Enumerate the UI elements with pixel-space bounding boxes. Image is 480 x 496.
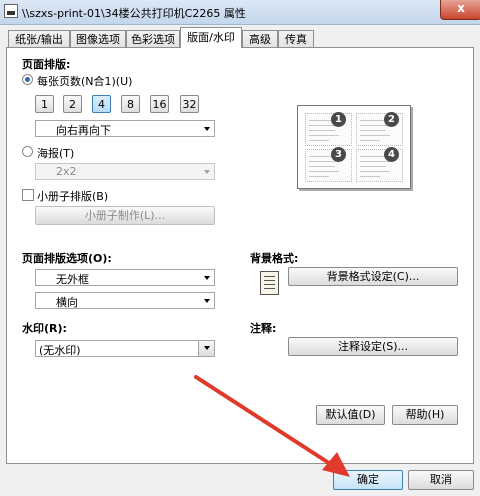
ok-button[interactable]: 确定: [333, 470, 403, 490]
nup-button-32[interactable]: 32: [180, 95, 199, 113]
defaults-button[interactable]: 默认值(D): [316, 405, 385, 425]
close-button[interactable]: x: [440, 0, 480, 20]
chevron-down-icon: [204, 170, 210, 174]
layout-heading: 页面排版:: [22, 58, 71, 71]
preview-page-4: 4: [356, 147, 403, 182]
booklet-make-button[interactable]: 小册子制作(L)...: [35, 206, 215, 225]
tab-color-options[interactable]: 色彩选项: [126, 30, 180, 47]
tab-paper-output[interactable]: 纸张/输出: [8, 30, 70, 47]
layout-preview: 1 2 3 4: [297, 105, 411, 189]
tab-fax[interactable]: 传真: [278, 30, 314, 47]
tab-image-options[interactable]: 图像选项: [70, 30, 126, 47]
title-bar: \\szxs-print-01\34楼公共打印机C2265 属性 x: [0, 0, 480, 25]
background-settings-button[interactable]: 背景格式设定(C)...: [288, 267, 458, 286]
annotation-settings-button[interactable]: 注释设定(S)...: [288, 337, 458, 356]
page-order-select[interactable]: 向右再向下: [35, 120, 215, 137]
background-heading: 背景格式:: [250, 252, 299, 265]
page-order-value: 向右再向下: [56, 124, 111, 137]
tab-advanced[interactable]: 高级: [242, 30, 278, 47]
page-number-badge: 2: [384, 112, 399, 127]
dropdown-button[interactable]: [198, 341, 214, 356]
preview-page-3: 3: [305, 147, 352, 182]
nup-button-4[interactable]: 4: [92, 95, 111, 113]
poster-select[interactable]: 2x2: [35, 163, 215, 180]
poster-label: 海报(T): [37, 147, 75, 160]
orientation-select[interactable]: 横向: [35, 292, 215, 309]
page-number-badge: 3: [331, 147, 346, 162]
window-title: \\szxs-print-01\34楼公共打印机C2265 属性: [22, 7, 246, 20]
nup-button-16[interactable]: 16: [150, 95, 169, 113]
preview-page-1: 1: [305, 112, 352, 146]
nup-button-8[interactable]: 8: [121, 95, 140, 113]
nup-button-2[interactable]: 2: [63, 95, 82, 113]
watermark-heading: 水印(R):: [22, 322, 67, 335]
chevron-down-icon: [204, 346, 210, 350]
border-value: 无外框: [56, 273, 89, 286]
preview-page-2: 2: [356, 112, 403, 146]
pages-per-sheet-radio[interactable]: [22, 74, 33, 85]
chevron-down-icon: [204, 299, 210, 303]
page-number-badge: 4: [384, 147, 399, 162]
tab-layout-watermark[interactable]: 版面/水印: [180, 27, 242, 48]
watermark-value: (无水印): [39, 344, 81, 357]
layout-options-heading: 页面排版选项(O):: [22, 252, 112, 265]
chevron-down-icon: [204, 276, 210, 280]
printer-app-icon: [4, 4, 18, 18]
page-number-badge: 1: [331, 112, 346, 127]
border-select[interactable]: 无外框: [35, 269, 215, 286]
watermark-select[interactable]: (无水印): [35, 340, 215, 357]
nup-button-1[interactable]: 1: [35, 95, 54, 113]
poster-radio[interactable]: [22, 146, 33, 157]
help-button[interactable]: 帮助(H): [392, 405, 458, 425]
cancel-button[interactable]: 取消: [408, 470, 474, 490]
pages-per-sheet-label: 每张页数(N合1)(U): [37, 75, 133, 88]
document-icon: [260, 271, 279, 295]
poster-value: 2x2: [56, 165, 77, 178]
booklet-checkbox[interactable]: [22, 189, 34, 201]
orientation-value: 横向: [56, 296, 78, 309]
booklet-label: 小册子排版(B): [37, 190, 109, 203]
chevron-down-icon: [204, 127, 210, 131]
annotation-heading: 注释:: [250, 322, 277, 335]
